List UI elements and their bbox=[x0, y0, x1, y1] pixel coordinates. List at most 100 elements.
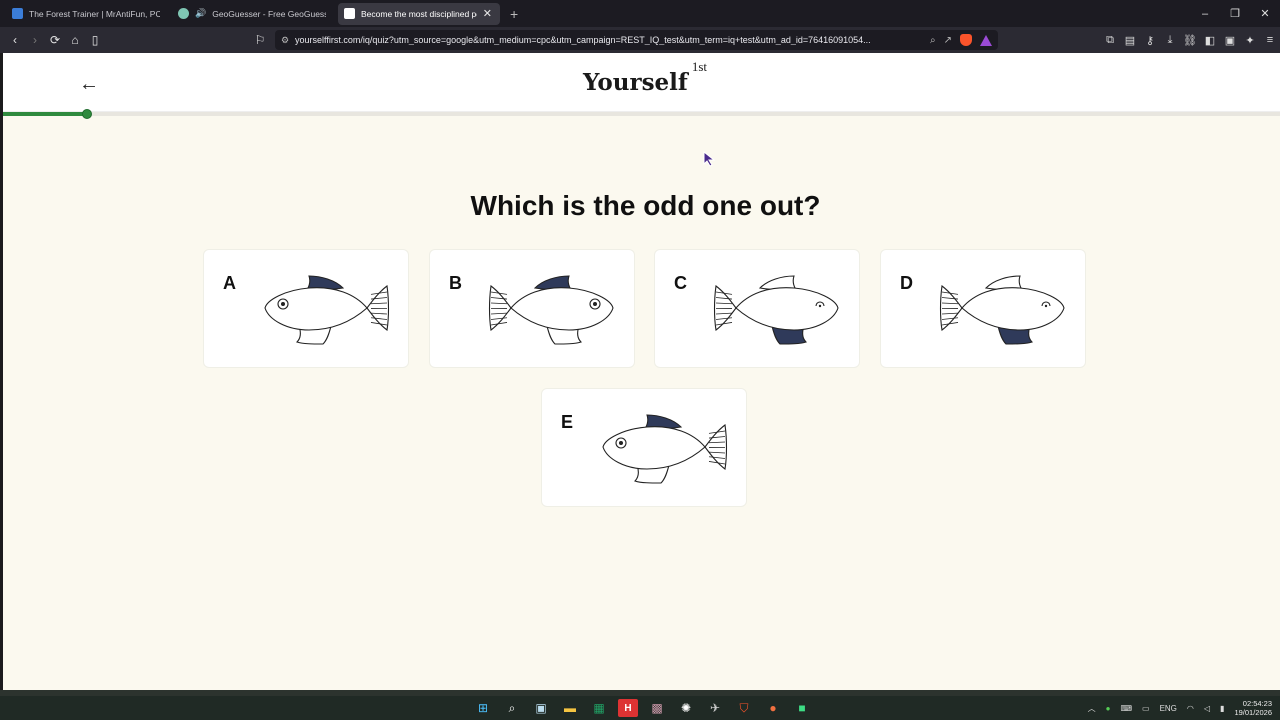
pupil bbox=[1044, 304, 1048, 308]
taskbar-apps: ⊞ ⌕ ▣ ▬ ▦ H ▩ ✺ ✈ ⛉ ● ■ bbox=[473, 696, 812, 720]
share-icon[interactable]: ↗ bbox=[944, 35, 952, 46]
maximize-icon[interactable]: ❐ bbox=[1220, 0, 1250, 27]
mouse-cursor-icon bbox=[703, 151, 716, 167]
key-icon[interactable]: ⚷ bbox=[1140, 34, 1160, 47]
language-indicator[interactable]: ENG bbox=[1160, 704, 1177, 713]
option-label: A bbox=[223, 273, 236, 293]
question-title: Which is the odd one out? bbox=[470, 190, 821, 221]
download-icon[interactable]: ⤓ bbox=[1160, 34, 1180, 47]
microphone-icon[interactable]: ● bbox=[1106, 704, 1111, 713]
quiz-progress-bar bbox=[3, 109, 1280, 119]
brand-name: Yourself bbox=[583, 69, 688, 96]
option-label: B bbox=[449, 273, 462, 293]
tab-geoguesser[interactable]: 🔊 GeoGuesser - Free GeoGuessr Alternativ… bbox=[172, 3, 334, 25]
close-window-icon[interactable]: ✕ bbox=[1250, 0, 1280, 27]
display-icon[interactable]: ▭ bbox=[1142, 704, 1150, 713]
sidebar-toggle-icon[interactable]: ▯ bbox=[85, 30, 105, 50]
fish-image-b bbox=[488, 275, 614, 345]
option-label: D bbox=[900, 273, 913, 293]
volume-icon[interactable]: ◁ bbox=[1204, 704, 1210, 713]
yourself-favicon-icon bbox=[344, 8, 355, 19]
brave-browser-icon[interactable]: ⛉ bbox=[734, 699, 754, 717]
option-label: E bbox=[561, 412, 574, 432]
h-app-icon[interactable]: H bbox=[618, 699, 638, 717]
option-card-b[interactable]: B bbox=[429, 249, 635, 368]
windows-taskbar: ⊞ ⌕ ▣ ▬ ▦ H ▩ ✺ ✈ ⛉ ● ■ ︿ ● ⌨ ▭ ENG ◠ ◁ … bbox=[0, 696, 1280, 720]
tab-title: GeoGuesser - Free GeoGuessr Alternative bbox=[212, 8, 326, 19]
pupil bbox=[593, 302, 597, 306]
fish-body bbox=[735, 287, 839, 331]
option-card-e[interactable]: E bbox=[541, 388, 747, 507]
clock-time: 02:54:23 bbox=[1242, 699, 1272, 708]
fish-body bbox=[961, 287, 1065, 331]
option-label: C bbox=[674, 273, 687, 293]
progress-fill bbox=[3, 112, 87, 116]
file-explorer-icon[interactable]: ▬ bbox=[560, 699, 580, 717]
option-card-c[interactable]: C bbox=[654, 249, 860, 368]
close-tab-icon[interactable]: ✕ bbox=[483, 7, 492, 20]
browser-toolbar: ‹ › ⟳ ⌂ ▯ ⚐ ⚙ yourselffirst.com/iq/quiz?… bbox=[0, 27, 1280, 53]
option-card-d[interactable]: D bbox=[880, 249, 1086, 368]
zoom-icon[interactable]: ⌕ bbox=[930, 35, 936, 46]
site-info-icon[interactable]: ⚙ bbox=[281, 35, 295, 46]
sidebar-icon[interactable]: ◧ bbox=[1200, 34, 1220, 47]
search-icon[interactable]: ⌕ bbox=[502, 699, 522, 717]
reload-icon[interactable]: ⟳ bbox=[45, 30, 65, 50]
tab-forest-trainer[interactable]: The Forest Trainer | MrAntiFun, PC Video… bbox=[6, 3, 168, 25]
microphone-app-icon[interactable]: ● bbox=[763, 699, 783, 717]
reader-icon[interactable]: ▤ bbox=[1120, 34, 1140, 47]
extension-tools: ⧉ ▤ ⚷ ⤓ ⛓ ◧ ▣ ✦ ≡ bbox=[1100, 27, 1280, 53]
extensions-icon[interactable]: ⧉ bbox=[1100, 34, 1120, 47]
system-tray: ︿ ● ⌨ ▭ ENG ◠ ◁ ▮ 02:54:23 19/01/2026 bbox=[1088, 696, 1280, 720]
option-card-a[interactable]: A bbox=[203, 249, 409, 368]
tab-yourself-first[interactable]: Become the most disciplined person ✕ bbox=[338, 2, 500, 25]
game-app-icon[interactable]: ▩ bbox=[647, 699, 667, 717]
taskbar-clock[interactable]: 02:54:23 19/01/2026 bbox=[1234, 699, 1272, 717]
tab-title: Become the most disciplined person bbox=[361, 8, 477, 19]
home-icon[interactable]: ⌂ bbox=[65, 30, 85, 50]
windows-start-icon[interactable]: ⊞ bbox=[473, 699, 493, 717]
fish-image-a bbox=[264, 275, 390, 345]
pupil bbox=[619, 441, 623, 445]
chatgpt-icon[interactable]: ✺ bbox=[676, 699, 696, 717]
arrow-left-icon[interactable]: ← bbox=[79, 73, 99, 96]
clock-date: 19/01/2026 bbox=[1234, 708, 1272, 717]
minimize-icon[interactable]: – bbox=[1190, 0, 1220, 27]
menu-icon[interactable]: ≡ bbox=[1260, 34, 1280, 46]
brave-rewards-icon[interactable] bbox=[980, 34, 992, 46]
leo-ai-icon[interactable]: ✦ bbox=[1240, 34, 1260, 47]
green-app-icon[interactable]: ■ bbox=[792, 699, 812, 717]
store-icon[interactable]: ▣ bbox=[531, 699, 551, 717]
site-logo[interactable]: Yourself1st bbox=[583, 59, 707, 96]
pupil bbox=[818, 304, 822, 308]
geoguesser-favicon-icon bbox=[178, 8, 189, 19]
back-nav-icon[interactable]: ‹ bbox=[5, 30, 25, 50]
fish-image-d bbox=[939, 275, 1065, 345]
brave-shield-icon[interactable] bbox=[960, 34, 972, 46]
battery-icon[interactable]: ▮ bbox=[1220, 704, 1224, 713]
tab-title: The Forest Trainer | MrAntiFun, PC Video… bbox=[29, 8, 160, 19]
web-page: ← Yourself1st Which is the odd one out? … bbox=[3, 53, 1280, 690]
spreadsheet-icon[interactable]: ▦ bbox=[589, 699, 609, 717]
url-text[interactable]: yourselffirst.com/iq/quiz?utm_source=goo… bbox=[295, 35, 895, 45]
brand-superscript: 1st bbox=[691, 59, 707, 75]
wifi-icon[interactable]: ◠ bbox=[1187, 704, 1194, 713]
address-bar[interactable]: ⚙ yourselffirst.com/iq/quiz?utm_source=g… bbox=[275, 30, 998, 50]
window-controls: – ❐ ✕ bbox=[1190, 0, 1280, 27]
speaker-icon[interactable]: 🔊 bbox=[195, 8, 206, 19]
chevron-up-icon[interactable]: ︿ bbox=[1088, 703, 1096, 714]
site-header: ← Yourself1st bbox=[3, 53, 1280, 112]
progress-knob bbox=[82, 109, 92, 119]
wallet-icon[interactable]: ▣ bbox=[1220, 34, 1240, 47]
plane-app-icon[interactable]: ✈ bbox=[705, 699, 725, 717]
fish-image-c bbox=[713, 275, 839, 345]
fish-image-e bbox=[602, 414, 728, 484]
new-tab-icon[interactable]: + bbox=[510, 6, 518, 22]
keyboard-icon[interactable]: ⌨ bbox=[1120, 704, 1132, 713]
link-icon[interactable]: ⛓ bbox=[1180, 34, 1200, 47]
forest-favicon-icon bbox=[12, 8, 23, 19]
forward-nav-icon[interactable]: › bbox=[25, 30, 45, 50]
bookmark-icon[interactable]: ⚐ bbox=[250, 30, 270, 50]
tab-strip: The Forest Trainer | MrAntiFun, PC Video… bbox=[0, 0, 1280, 27]
pupil bbox=[281, 302, 285, 306]
